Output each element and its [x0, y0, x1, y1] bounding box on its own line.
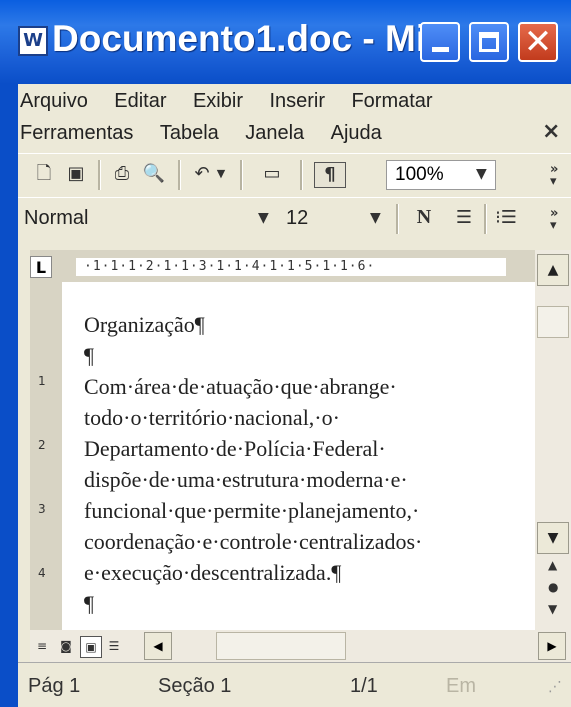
menu-arquivo[interactable]: Arquivo: [20, 90, 88, 113]
doc-line[interactable]: Organização¶: [84, 312, 205, 338]
toolbar-separator: [300, 160, 303, 190]
vruler-mark: 3: [38, 502, 46, 516]
maximize-button[interactable]: [469, 22, 509, 62]
horizontal-scroll-thumb[interactable]: [216, 632, 346, 660]
save-icon[interactable]: ▣: [64, 162, 88, 186]
formatting-toolbar: Normal ▼ 12 ▼ N ☰ ⁝☰ » ▾: [18, 197, 571, 240]
chevron-down-icon[interactable]: ▼: [370, 210, 381, 226]
window-frame: [0, 84, 18, 707]
menu-janela[interactable]: Janela: [245, 122, 304, 145]
toolbar-options-icon[interactable]: » ▾: [550, 207, 558, 232]
vruler-mark: 1: [38, 374, 46, 388]
menu-row-2: Ferramentas Tabela Janela Ajuda: [20, 122, 404, 152]
toolbar-separator: [396, 204, 399, 234]
maximize-icon: [479, 32, 499, 52]
web-view-icon[interactable]: ◙: [56, 636, 76, 656]
doc-line[interactable]: funcional·que·permite·planejamento,·: [84, 498, 419, 524]
menu-bar: Arquivo Editar Exibir Inserir Formatar F…: [20, 84, 571, 150]
previous-page-icon[interactable]: ▲: [548, 558, 557, 572]
toolbar-separator: [484, 204, 487, 234]
status-pages: 1/1: [350, 675, 378, 697]
doc-line[interactable]: ¶: [84, 343, 94, 369]
toolbar-separator: [98, 160, 101, 190]
doc-line[interactable]: todo·o·território·nacional,·o·: [84, 405, 340, 431]
vertical-scrollbar[interactable]: ▲ ▼ ▲ ● ▼: [535, 250, 571, 630]
document-page[interactable]: Organização¶ ¶ Com·área·de·atuação·que·a…: [62, 282, 535, 630]
scroll-thumb[interactable]: [537, 306, 569, 338]
ruler-marks: ·1·1·1·2·1·1·3·1·1·4·1·1·5·1·1·6·: [84, 259, 376, 274]
menu-ajuda[interactable]: Ajuda: [331, 122, 382, 145]
scroll-up-button[interactable]: ▲: [537, 254, 569, 286]
menu-ferramentas[interactable]: Ferramentas: [20, 122, 133, 145]
minimize-button[interactable]: [420, 22, 460, 62]
minimize-icon: [432, 47, 449, 52]
font-size-combo[interactable]: 12: [280, 204, 360, 234]
doc-line[interactable]: Departamento·de·Polícia·Federal·: [84, 436, 386, 462]
horizontal-scrollbar-area: ≡ ◙ ▣ ☰ ◀ ▶: [30, 630, 571, 662]
status-page: Pág 1: [28, 675, 81, 697]
align-right-icon[interactable]: ☰: [452, 206, 476, 230]
window-title: Documento1.doc - Mi...: [52, 18, 457, 59]
vertical-ruler[interactable]: 1 2 3 4: [30, 282, 62, 630]
close-document-button[interactable]: ×: [542, 119, 560, 144]
style-combo[interactable]: Normal: [18, 204, 258, 234]
chevron-down-icon[interactable]: ▼: [476, 166, 487, 182]
status-bar: Pág 1 Seção 1 1/1 Em ⋰: [18, 662, 571, 707]
title-bar[interactable]: W Documento1.doc - Mi... ✕: [0, 0, 571, 84]
menu-row-1: Arquivo Editar Exibir Inserir Formatar: [20, 90, 455, 120]
doc-line[interactable]: Com·área·de·atuação·que·abrange·: [84, 374, 397, 400]
table-icon[interactable]: ▭: [256, 162, 288, 186]
doc-line[interactable]: ¶: [84, 591, 94, 617]
chevron-down-icon[interactable]: ▼: [258, 210, 269, 226]
scroll-down-button[interactable]: ▼: [537, 522, 569, 554]
doc-line[interactable]: e·execução·descentralizada.¶: [84, 560, 341, 586]
close-button[interactable]: ✕: [518, 22, 558, 62]
vruler-mark: 2: [38, 438, 46, 452]
outline-view-icon[interactable]: ☰: [104, 636, 124, 656]
menu-inserir[interactable]: Inserir: [269, 90, 325, 113]
word-window: W Documento1.doc - Mi... ✕ Arquivo Edita…: [0, 0, 571, 707]
menu-editar[interactable]: Editar: [114, 90, 166, 113]
toolbar-separator: [178, 160, 181, 190]
undo-icon[interactable]: ↶: [190, 162, 214, 186]
menu-formatar[interactable]: Formatar: [351, 90, 432, 113]
undo-dropdown-icon[interactable]: ▼: [214, 162, 228, 186]
scroll-left-button[interactable]: ◀: [144, 632, 172, 660]
scroll-right-button[interactable]: ▶: [538, 632, 566, 660]
status-section: Seção 1: [158, 675, 232, 697]
toolbar-options-icon[interactable]: » ▾: [550, 163, 558, 188]
doc-line[interactable]: dispõe·de·uma·estrutura·moderna·e·: [84, 467, 408, 493]
new-document-icon[interactable]: 🗋: [32, 162, 56, 186]
tab-selector[interactable]: L: [30, 256, 52, 278]
resize-grip-icon[interactable]: ⋰: [548, 679, 568, 699]
vruler-mark: 4: [38, 566, 46, 580]
print-layout-view-icon[interactable]: ▣: [80, 636, 102, 658]
word-doc-icon[interactable]: W: [18, 26, 48, 56]
toolbar-separator: [240, 160, 243, 190]
show-formatting-icon[interactable]: ¶: [314, 162, 346, 188]
menu-tabela[interactable]: Tabela: [160, 122, 219, 145]
print-icon[interactable]: ⎙: [110, 162, 134, 186]
doc-line[interactable]: coordenação·e·controle·centralizados·: [84, 529, 422, 555]
menu-exibir[interactable]: Exibir: [193, 90, 243, 113]
close-icon: ✕: [523, 22, 553, 62]
standard-toolbar: 🗋 ▣ ⎙ 🔍 ↶ ▼ ▭ ¶ 100% ▼ » ▾: [18, 153, 571, 196]
browse-object-icon[interactable]: ●: [548, 580, 558, 594]
horizontal-ruler[interactable]: L ·1·1·1·2·1·1·3·1·1·4·1·1·5·1·1·6·: [30, 250, 535, 283]
status-position: Em: [446, 675, 476, 697]
next-page-icon[interactable]: ▼: [548, 602, 557, 616]
print-preview-icon[interactable]: 🔍: [142, 162, 166, 186]
normal-view-icon[interactable]: ≡: [32, 636, 52, 656]
bold-icon[interactable]: N: [412, 206, 436, 230]
numbered-list-icon[interactable]: ⁝☰: [494, 206, 518, 230]
